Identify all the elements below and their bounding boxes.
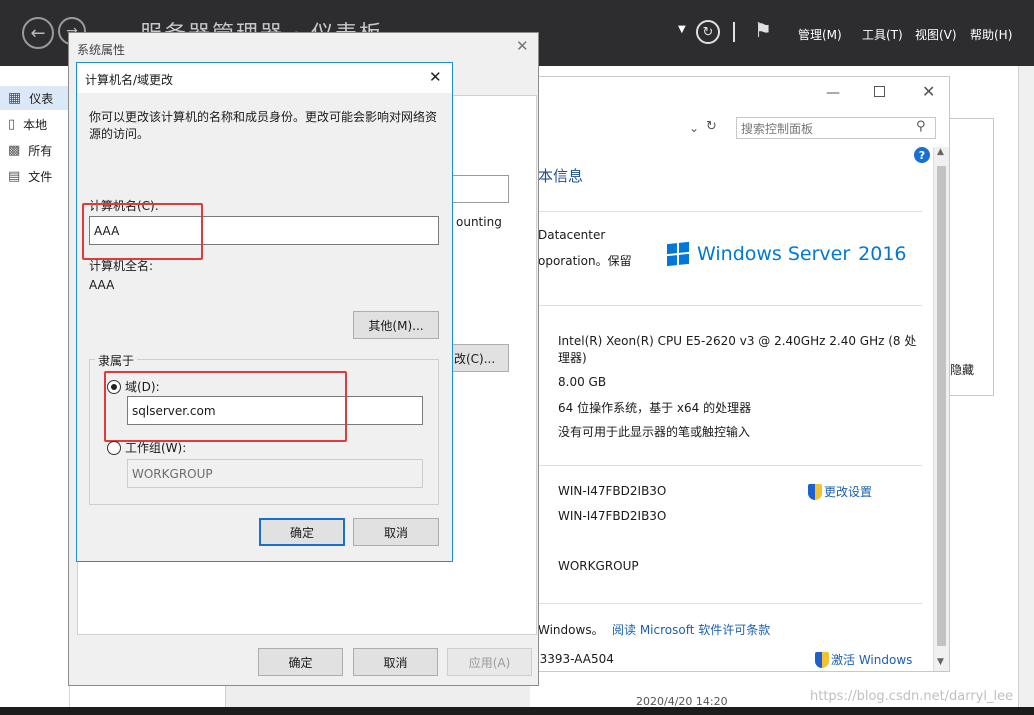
shield-icon (815, 651, 829, 668)
member-of-label: 隶属于 (95, 352, 138, 369)
memory-value: 8.00 GB (558, 375, 607, 389)
computer-name-domain-dialog: 计算机名/域更改 ✕ 你可以更改该计算机的名称和成员身份。更改可能会影响对网络资… (76, 62, 453, 562)
edition-text: Datacenter (538, 228, 606, 242)
system-type-value: 64 位操作系统，基于 x64 的处理器 (558, 401, 752, 415)
highlight-box (104, 371, 347, 442)
sidebar-item-label: 文件 (28, 169, 53, 184)
workgroup-input[interactable]: WORKGROUP (127, 459, 423, 488)
radio-unselected-icon (107, 440, 121, 455)
pen-touch-value: 没有可用于此显示器的笔或触控输入 (558, 425, 751, 439)
change-settings-link[interactable]: 更改设置 (808, 483, 872, 500)
divider (538, 211, 922, 212)
apply-button[interactable]: 应用(A) (447, 648, 532, 676)
change-button[interactable]: 改(C)... (445, 344, 509, 372)
watermark: https://blog.csdn.net/darryl_lee (810, 689, 1014, 704)
divider (733, 22, 735, 42)
close-icon[interactable]: ✕ (429, 68, 442, 86)
search-icon: ⚲ (916, 119, 926, 134)
sidebar-item-file-services[interactable]: ▤ 文件 (8, 165, 52, 187)
menu-tools[interactable]: 工具(T) (862, 26, 903, 43)
control-panel-system-window: — ✕ ⌄ ↻ 搜索控制面板 ⚲ ? 本信息 Datacenter oporat… (525, 76, 950, 672)
divider (538, 603, 922, 604)
minimize-icon[interactable]: — (826, 85, 840, 101)
windows-server-logo: Windows Server 2016 (667, 241, 907, 267)
sidebar-item-all-servers[interactable]: ▩ 所有 (8, 139, 52, 161)
full-name-label: 计算机全名: (89, 259, 154, 273)
flag-icon[interactable]: ⚑ (754, 18, 772, 42)
refresh-icon[interactable]: ↻ (696, 20, 720, 44)
sidebar-item-label: 本地 (23, 117, 48, 132)
windows-logo-icon (667, 241, 689, 267)
section-title: 本信息 (538, 167, 584, 185)
cancel-button[interactable]: 取消 (353, 648, 438, 676)
ok-button[interactable]: 确定 (258, 648, 343, 676)
dropdown-arrow-icon[interactable]: ▼ (678, 24, 686, 35)
dialog-title: 计算机名/域更改 (85, 73, 174, 87)
dialog-title: 系统属性 (77, 43, 126, 57)
sidebar-item-dashboard[interactable]: ▦ 仪表 (8, 87, 53, 109)
sidebar-item-local[interactable]: ▯ 本地 (8, 113, 47, 135)
activation-text: Windows。 (538, 623, 604, 637)
background-label: ounting (456, 215, 502, 229)
cancel-button[interactable]: 取消 (353, 518, 439, 546)
close-icon[interactable]: ✕ (922, 82, 935, 101)
taskbar-strip (0, 707, 1034, 715)
divider (538, 305, 922, 306)
scroll-up-icon[interactable]: ▲ (937, 147, 944, 157)
scroll-down-icon[interactable]: ▼ (937, 657, 944, 667)
processor-value: Intel(R) Xeon(R) CPU E5-2620 v3 @ 2.40GH… (558, 334, 917, 365)
close-icon[interactable]: ✕ (516, 37, 529, 55)
server-icon: ▯ (8, 116, 16, 132)
menu-help[interactable]: 帮助(H) (970, 26, 1012, 43)
outer-scrollbar[interactable] (1018, 66, 1034, 715)
more-button[interactable]: 其他(M)... (353, 311, 439, 339)
background-tile: 隐藏 (947, 118, 994, 396)
computer-name-value: WIN-I47FBD2IB3O (558, 484, 667, 498)
divider (538, 465, 922, 466)
dashboard-icon: ▦ (8, 90, 22, 106)
highlight-box (82, 203, 203, 260)
workgroup-value: WORKGROUP (558, 559, 639, 573)
scrollbar[interactable]: ▲ ▼ (933, 147, 949, 671)
full-name-value: AAA (89, 278, 115, 292)
back-icon[interactable]: ← (22, 17, 54, 49)
activate-windows-link[interactable]: 激活 Windows (815, 651, 912, 668)
description-field[interactable] (445, 175, 509, 203)
maximize-icon[interactable] (874, 86, 885, 97)
dialog-description: 你可以更改该计算机的名称和成员身份。更改可能会影响对网络资源的访问。 (89, 110, 438, 141)
scrollbar-thumb[interactable] (937, 166, 946, 646)
menu-view[interactable]: 视图(V) (915, 26, 957, 43)
servers-icon: ▩ (8, 142, 21, 158)
search-input[interactable]: 搜索控制面板 (736, 117, 936, 139)
chevron-down-icon[interactable]: ⌄ (689, 121, 699, 135)
workgroup-radio[interactable]: 工作组(W): (107, 439, 186, 456)
sidebar-item-label: 所有 (28, 143, 53, 158)
menu-manage[interactable]: 管理(M) (798, 26, 842, 43)
server-manager-sidebar: ▦ 仪表 ▯ 本地 ▩ 所有 ▤ 文件 (0, 66, 70, 715)
product-id-value: 03393-AA504 (532, 652, 614, 666)
full-computer-name-value: WIN-I47FBD2IB3O (558, 509, 667, 523)
help-icon[interactable]: ? (914, 147, 930, 163)
sidebar-item-label: 仪表 (29, 91, 54, 106)
file-services-icon: ▤ (8, 168, 21, 184)
refresh-icon[interactable]: ↻ (706, 119, 717, 134)
hide-label[interactable]: 隐藏 (950, 361, 974, 378)
license-terms-link[interactable]: 阅读 Microsoft 软件许可条款 (612, 621, 770, 638)
ok-button[interactable]: 确定 (259, 518, 345, 546)
copyright-text: oporation。保留 (538, 254, 632, 268)
shield-icon (808, 483, 822, 500)
